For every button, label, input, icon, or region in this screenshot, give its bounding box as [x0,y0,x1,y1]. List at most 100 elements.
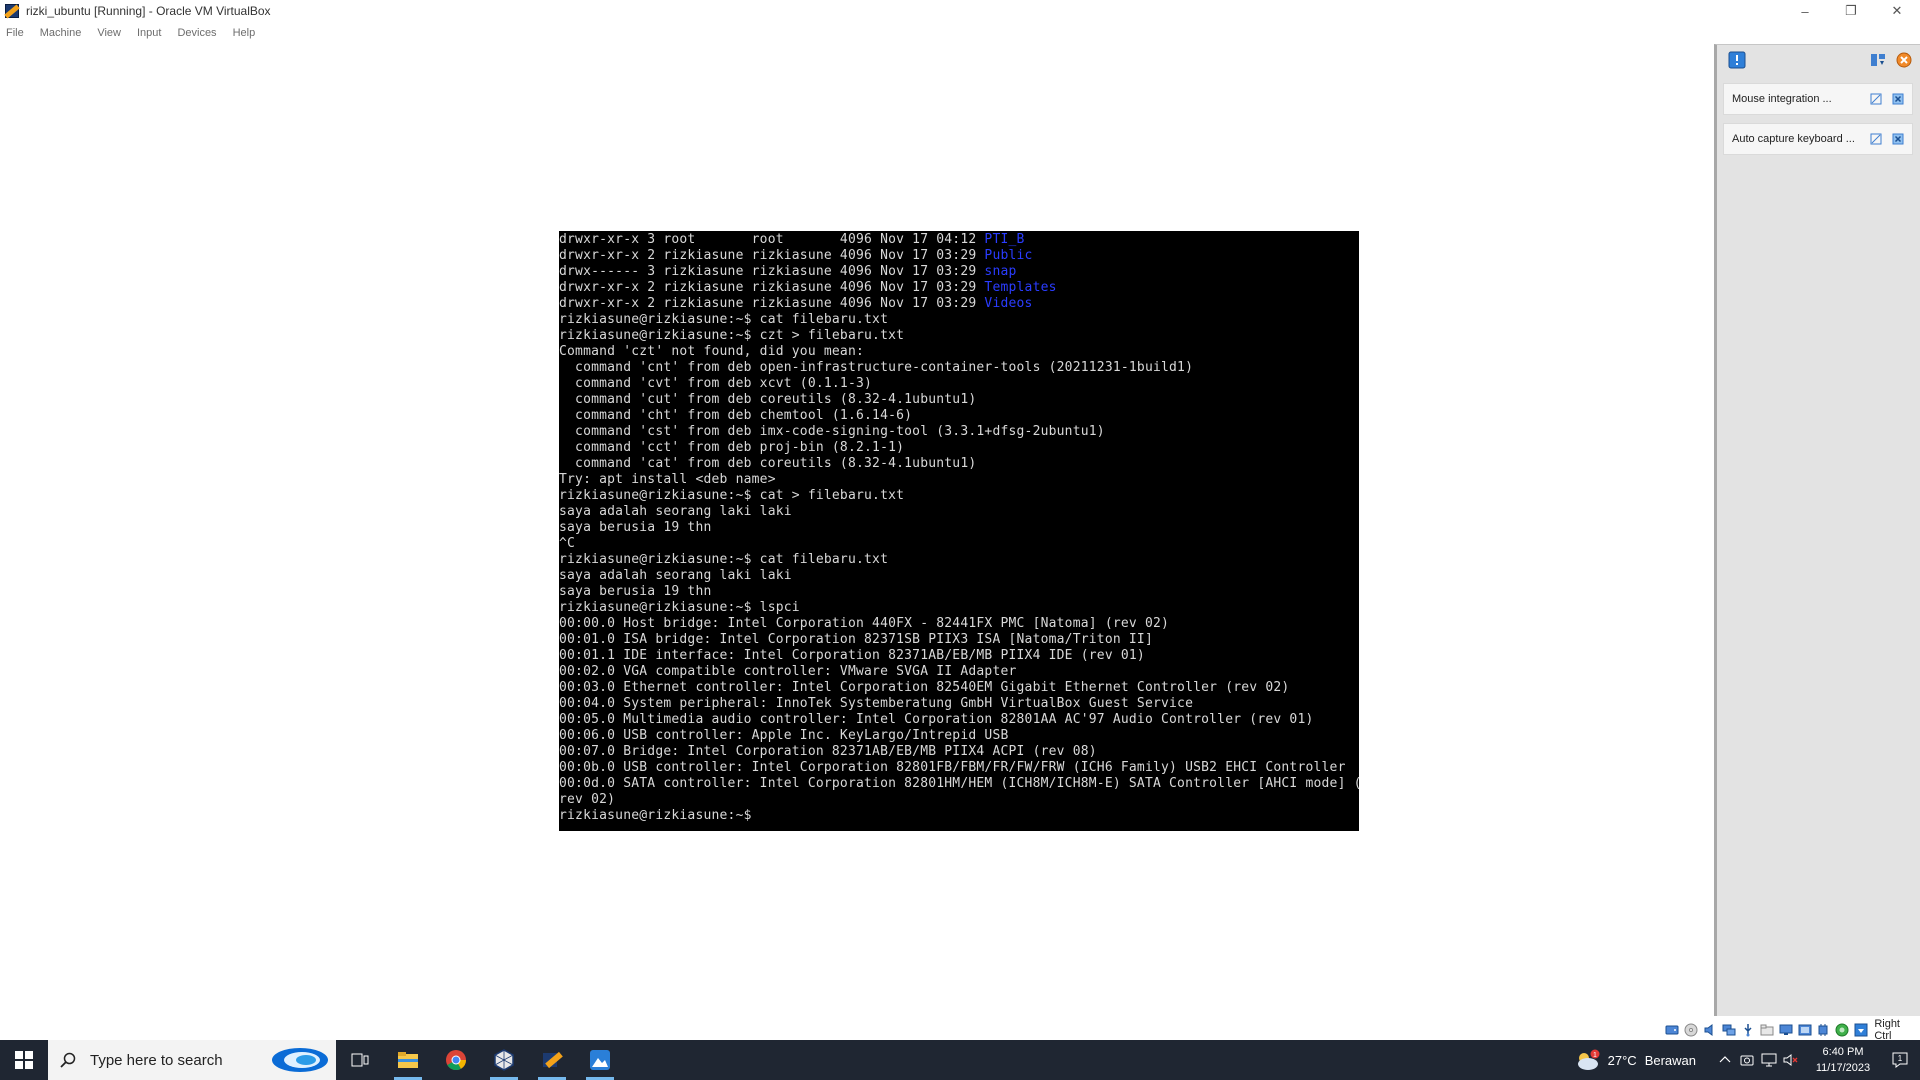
terminal-line-text: saya adalah seorang laki laki [559,504,792,519]
terminal-line: rizkiasune@rizkiasune:~$ cat filebaru.tx… [559,312,1359,328]
terminal-line-text: rizkiasune@rizkiasune:~$ cat filebaru.tx… [559,552,889,567]
terminal-line: saya berusia 19 thn [559,520,1359,536]
taskbar-clock[interactable]: 6:40 PM 11/17/2023 [1806,1044,1880,1076]
terminal-line-text: rizkiasune@rizkiasune:~$ [559,808,752,823]
terminal-line-text: rizkiasune@rizkiasune:~$ czt > filebaru.… [559,328,905,343]
menu-view[interactable]: View [97,27,121,39]
video-capture-icon[interactable] [1797,1022,1813,1038]
terminal-line: rizkiasune@rizkiasune:~$ cat > filebaru.… [559,488,1359,504]
virtualbox-vm-icon [543,1051,563,1069]
terminal-line-text: 00:03.0 Ethernet controller: Intel Corpo… [559,680,1290,695]
shared-folders-icon[interactable] [1759,1022,1775,1038]
do-not-show-again-icon[interactable] [1868,91,1884,107]
terminal-line: command 'cvt' from deb xcvt (0.1.1-3) [559,376,1359,392]
restore-button[interactable]: ❐ [1828,0,1874,22]
notification-panel: Mouse integration ... Auto capture keybo… [1714,44,1920,1016]
recording-icon[interactable] [1834,1022,1850,1038]
optical-drive-icon[interactable] [1683,1022,1699,1038]
terminal-line-text: rizkiasune@rizkiasune:~$ lspci [559,600,800,615]
menu-help[interactable]: Help [233,27,256,39]
taskbar-chrome[interactable] [432,1040,480,1080]
action-center-button[interactable]: 1 [1880,1040,1920,1080]
weather-widget[interactable]: 1 27°C Berawan [1574,1049,1696,1071]
terminal-line-text: drwxr-xr-x 2 rizkiasune rizkiasune 4096 … [559,296,985,311]
network-icon[interactable] [1721,1022,1737,1038]
cpu-icon[interactable] [1816,1022,1832,1038]
search-placeholder: Type here to search [90,1051,223,1069]
terminal-line-text: command 'cht' from deb chemtool (1.6.14-… [559,408,913,423]
volume-muted-icon [1783,1054,1798,1066]
terminal-line-text: drwxr-xr-x 2 rizkiasune rizkiasune 4096 … [559,248,985,263]
taskbar-virtualbox-manager[interactable] [480,1040,528,1080]
usb-icon[interactable] [1740,1022,1756,1038]
window-controls: – ❐ ✕ [1782,0,1920,22]
terminal-line: drwx------ 3 rizkiasune rizkiasune 4096 … [559,264,1359,280]
close-button[interactable]: ✕ [1874,0,1920,22]
vm-display[interactable]: drwxr-xr-x 3 root root 4096 Nov 17 04:12… [559,231,1359,831]
notification-icon: 1 [1892,1052,1908,1068]
copilot-icon[interactable] [270,1046,330,1074]
display-icon[interactable] [1778,1022,1794,1038]
clock-time: 6:40 PM [1822,1046,1864,1058]
title-bar: rizki_ubuntu [Running] - Oracle VM Virtu… [0,0,1920,22]
minimize-button[interactable]: – [1782,0,1828,22]
terminal-line-text: command 'cct' from deb proj-bin (8.2.1-1… [559,440,905,455]
terminal-line: rizkiasune@rizkiasune:~$ cat filebaru.tx… [559,552,1359,568]
taskbar-search[interactable]: Type here to search [48,1040,336,1080]
terminal-line: rizkiasune@rizkiasune:~$ [559,808,1359,824]
terminal-line: 00:02.0 VGA compatible controller: VMwar… [559,664,1359,680]
terminal-line: drwxr-xr-x 2 rizkiasune rizkiasune 4096 … [559,296,1359,312]
tray-network[interactable] [1758,1040,1780,1080]
terminal-line-text: command 'cst' from deb imx-code-signing-… [559,424,1105,439]
notification-auto-capture-keyboard[interactable]: Auto capture keyboard ... [1723,123,1913,155]
terminal-directory-name: Videos [984,296,1033,311]
do-not-show-again-icon[interactable] [1868,131,1884,147]
terminal-line-text: saya berusia 19 thn [559,520,712,535]
show-hidden-icons-button[interactable] [1714,1040,1736,1080]
taskbar-photos[interactable] [576,1040,624,1080]
terminal-line-text: 00:05.0 Multimedia audio controller: Int… [559,712,1314,727]
task-view-button[interactable] [336,1040,384,1080]
dismiss-notification-icon[interactable] [1890,131,1906,147]
menu-machine[interactable]: Machine [40,27,82,39]
terminal-line: 00:03.0 Ethernet controller: Intel Corpo… [559,680,1359,696]
arrow-down-icon[interactable] [1853,1022,1869,1038]
terminal-line: rev 02) [559,792,1359,808]
menu-file[interactable]: File [6,27,24,39]
terminal-line: 00:06.0 USB controller: Apple Inc. KeyLa… [559,728,1359,744]
menu-input[interactable]: Input [137,27,161,39]
hard-disk-icon[interactable] [1664,1022,1680,1038]
terminal-line: command 'cht' from deb chemtool (1.6.14-… [559,408,1359,424]
virtualbox-app-icon[interactable] [4,3,20,19]
notification-mouse-integration[interactable]: Mouse integration ... [1723,83,1913,115]
terminal-line-text: drwxr-xr-x 3 root root 4096 Nov 17 04:12 [559,232,985,247]
notification-center-icon[interactable] [1727,50,1747,70]
menu-bar: File Machine View Input Devices Help [0,22,1920,44]
terminal-line: drwxr-xr-x 3 root root 4096 Nov 17 04:12… [559,232,1359,248]
terminal-line-text: 00:06.0 USB controller: Apple Inc. KeyLa… [559,728,1009,743]
terminal-line: 00:01.1 IDE interface: Intel Corporation… [559,648,1359,664]
audio-icon[interactable] [1702,1022,1718,1038]
start-button[interactable] [0,1040,48,1080]
terminal-directory-name: PTI_B [984,232,1025,247]
terminal-directory-name: Templates [984,280,1057,295]
terminal-line-text: 00:01.1 IDE interface: Intel Corporation… [559,648,1145,663]
windows-logo-icon [15,1051,33,1069]
menu-devices[interactable]: Devices [177,27,216,39]
terminal-line-text: saya adalah seorang laki laki [559,568,792,583]
chevron-up-icon [1719,1056,1731,1063]
clear-notifications-icon[interactable] [1894,50,1914,70]
terminal-line: saya adalah seorang laki laki [559,504,1359,520]
sort-notifications-icon[interactable] [1868,50,1888,70]
window-title: rizki_ubuntu [Running] - Oracle VM Virtu… [26,4,271,18]
terminal-line-text: drwx------ 3 rizkiasune rizkiasune 4096 … [559,264,985,279]
host-key-label: Right Ctrl [1874,1018,1900,1042]
tray-volume[interactable] [1780,1040,1802,1080]
terminal-line-text: 00:0d.0 SATA controller: Intel Corporati… [559,776,1359,791]
tray-meet-now[interactable] [1736,1040,1758,1080]
terminal-line-text: rev 02) [559,792,616,807]
taskbar-virtualbox-vm[interactable] [528,1040,576,1080]
taskbar-file-explorer[interactable] [384,1040,432,1080]
terminal-line-text: 00:04.0 System peripheral: InnoTek Syste… [559,696,1194,711]
dismiss-notification-icon[interactable] [1890,91,1906,107]
